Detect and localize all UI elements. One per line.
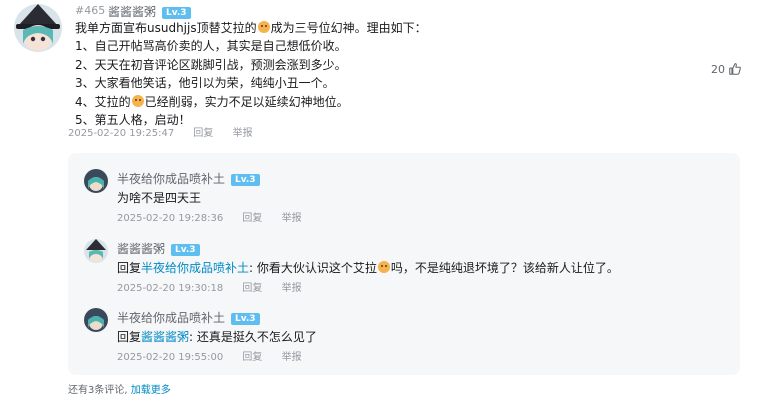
main-username[interactable]: 酱酱酱粥 Lv.3 bbox=[108, 3, 191, 20]
reply-avatar[interactable] bbox=[84, 169, 108, 193]
reply-text: 回复酱酱酱粥: 还真是挺久不怎么见了 bbox=[117, 328, 317, 345]
username-text[interactable]: 半夜给你成品喷补土 bbox=[117, 172, 225, 186]
dog-emoji-icon bbox=[377, 261, 390, 273]
floor-number: #465 bbox=[75, 4, 106, 17]
reply-time: 2025-02-20 19:28:36 bbox=[117, 213, 224, 224]
reply-meta: 2025-02-20 19:28:36 回复 举报 bbox=[117, 209, 318, 224]
like-count: 20 bbox=[711, 62, 725, 76]
comment-time: 2025-02-20 19:25:47 bbox=[68, 128, 175, 139]
reply-avatar[interactable] bbox=[84, 308, 108, 332]
comment-line-3: 2、天天在初音评论区跳脚引战，预测会涨到多少。 bbox=[75, 57, 347, 72]
reply-avatar[interactable] bbox=[84, 239, 108, 263]
report-button[interactable]: 举报 bbox=[233, 128, 253, 139]
avatar[interactable] bbox=[14, 4, 62, 52]
comment-text-part: 我单方面宣布usudhjjs顶替艾拉的 bbox=[75, 21, 257, 35]
reply-username[interactable]: 半夜给你成品喷补土 Lv.3 bbox=[117, 309, 260, 326]
comment-text-part: 成为三号位幻神。理由如下： bbox=[270, 21, 427, 35]
reply-button[interactable]: 回复 bbox=[242, 352, 262, 363]
dog-emoji-icon bbox=[131, 94, 144, 107]
reply-text-part: : 还真是挺久不怎么见了 bbox=[189, 330, 317, 344]
level-badge: Lv.3 bbox=[162, 7, 191, 19]
reply-text: 为啥不是四天王 bbox=[117, 189, 201, 206]
username-text[interactable]: 半夜给你成品喷补土 bbox=[117, 311, 225, 325]
reply-time: 2025-02-20 19:55:00 bbox=[117, 352, 224, 363]
comment-line-2: 1、自己开帖骂高价卖的人，其实是自己想低价收。 bbox=[75, 39, 347, 54]
reply-meta: 2025-02-20 19:55:00 回复 举报 bbox=[117, 348, 318, 363]
reply-prefix: 回复 bbox=[117, 330, 142, 344]
more-replies-count: 还有3条评论, bbox=[68, 385, 128, 396]
comment-text-part: 已经削弱，实力不足以延续幻神地位。 bbox=[144, 94, 349, 109]
comment-text: 我单方面宣布usudhjjs顶替艾拉的 成为三号位幻神。理由如下： 1、自己开帖骂… bbox=[75, 19, 427, 129]
like-button[interactable]: 20 bbox=[711, 62, 742, 76]
reply-username[interactable]: 半夜给你成品喷补土 Lv.3 bbox=[117, 170, 260, 187]
load-more-link[interactable]: 加载更多 bbox=[131, 385, 171, 396]
reply-username[interactable]: 酱酱酱粥 Lv.3 bbox=[117, 240, 200, 257]
dog-emoji-icon bbox=[257, 21, 270, 33]
username-text[interactable]: 酱酱酱粥 bbox=[108, 5, 156, 19]
reply-button[interactable]: 回复 bbox=[193, 128, 213, 139]
reply-button[interactable]: 回复 bbox=[242, 283, 262, 294]
thumbs-up-icon[interactable] bbox=[728, 62, 742, 76]
report-button[interactable]: 举报 bbox=[282, 352, 302, 363]
more-replies: 还有3条评论, 加载更多 bbox=[68, 381, 171, 396]
mention-link[interactable]: 半夜给你成品喷补土 bbox=[141, 261, 249, 275]
username-text[interactable]: 酱酱酱粥 bbox=[117, 242, 165, 256]
reply-meta: 2025-02-20 19:30:18 回复 举报 bbox=[117, 279, 318, 294]
reply-text: 回复半夜给你成品喷补土: 你看大伙认识这个艾拉 吗，不是纯纯退坏境了？该给新人让位… bbox=[117, 259, 619, 276]
mention-link[interactable]: 酱酱酱粥 bbox=[141, 330, 189, 344]
level-badge: Lv.3 bbox=[171, 244, 200, 256]
comment-line-4: 3、大家看他笑话，他引以为荣，纯纯小丑一个。 bbox=[75, 76, 335, 91]
reply-text-part: 为啥不是四天王 bbox=[117, 191, 202, 205]
reply-text-part: 吗，不是纯纯退坏境了？该给新人让位了。 bbox=[390, 261, 619, 275]
reply-text-part: : 你看大伙认识这个艾拉 bbox=[249, 261, 377, 275]
report-button[interactable]: 举报 bbox=[282, 213, 302, 224]
reply-prefix: 回复 bbox=[117, 261, 142, 275]
reply-button[interactable]: 回复 bbox=[242, 213, 262, 224]
comment-line-5: 4、艾拉的 已经削弱，实力不足以延续幻神地位。 bbox=[75, 93, 427, 111]
report-button[interactable]: 举报 bbox=[282, 283, 302, 294]
level-badge: Lv.3 bbox=[231, 174, 260, 186]
level-badge: Lv.3 bbox=[231, 313, 260, 325]
comment-line-1: 我单方面宣布usudhjjs顶替艾拉的 成为三号位幻神。理由如下： bbox=[75, 19, 427, 37]
comment-text-part: 4、艾拉的 bbox=[75, 94, 131, 109]
comment-meta: 2025-02-20 19:25:47 回复 举报 bbox=[68, 124, 269, 139]
reply-time: 2025-02-20 19:30:18 bbox=[117, 283, 224, 294]
